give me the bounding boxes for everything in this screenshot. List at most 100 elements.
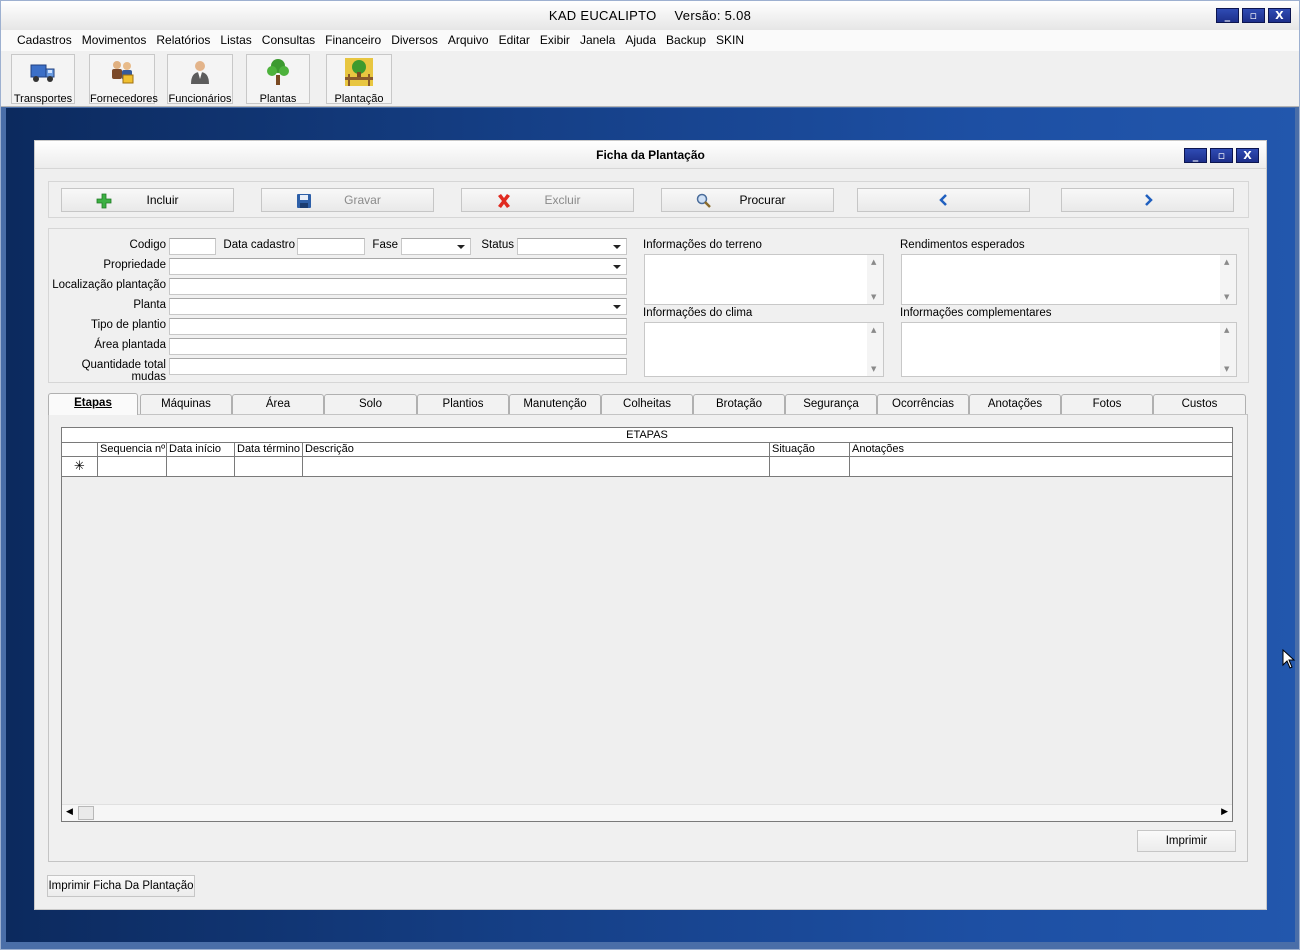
toolbar-plantacao-button[interactable]: Plantação <box>326 54 392 105</box>
fase-select[interactable] <box>401 238 471 255</box>
toolbar-funcionarios-button[interactable]: Funcionários <box>167 54 233 105</box>
new-row[interactable]: ✳ <box>62 457 1232 477</box>
codigo-field[interactable] <box>169 238 216 255</box>
maximize-button[interactable]: ▫ <box>1242 8 1265 23</box>
scroll-thumb[interactable] <box>78 806 94 820</box>
cell-data-termino[interactable] <box>234 457 302 476</box>
imprimir-ficha-button[interactable]: Imprimir Ficha Da Plantação <box>47 875 195 897</box>
menu-exibir[interactable]: Exibir <box>535 30 575 51</box>
menu-janela[interactable]: Janela <box>575 30 620 51</box>
tab-colheitas[interactable]: Colheitas <box>601 394 693 414</box>
info-terreno-textarea[interactable]: ▲ ▼ <box>644 254 884 305</box>
cell-data-inicio[interactable] <box>166 457 234 476</box>
scroll-up-icon[interactable]: ▲ <box>1224 258 1229 266</box>
incluir-button[interactable]: Incluir <box>61 188 234 212</box>
imprimir-button[interactable]: Imprimir <box>1137 830 1236 852</box>
planta-select[interactable] <box>169 298 627 315</box>
toolbar-label: Plantas <box>259 93 297 105</box>
info-terreno-label: Informações do terreno <box>643 239 762 251</box>
tab-etapas[interactable]: Etapas <box>48 393 138 415</box>
etapas-grid[interactable]: ETAPAS Sequencia nº Data início Data tér… <box>61 427 1233 822</box>
col-data-inicio[interactable]: Data início <box>166 443 234 456</box>
toolbar-fornecedores-button[interactable]: Fornecedores <box>89 54 158 105</box>
menu-editar[interactable]: Editar <box>494 30 535 51</box>
info-clima-label: Informações do clima <box>643 307 753 319</box>
scroll-left-icon[interactable]: ◀ <box>66 807 73 817</box>
tab-ocorrencias[interactable]: Ocorrências <box>877 394 969 414</box>
previous-record-button[interactable] <box>857 188 1030 212</box>
form-maximize-button[interactable]: ▫ <box>1210 148 1233 163</box>
cell-situacao[interactable] <box>769 457 849 476</box>
tab-solo[interactable]: Solo <box>324 394 417 414</box>
scroll-down-icon[interactable]: ▼ <box>1224 293 1229 301</box>
minimize-button[interactable]: _ <box>1216 8 1239 23</box>
vertical-scrollbar[interactable]: ▲ ▼ <box>867 255 883 304</box>
toolbar-plantas-button[interactable]: Plantas <box>246 54 310 105</box>
cell-descricao[interactable] <box>302 457 769 476</box>
menu-cadastros[interactable]: Cadastros <box>12 30 77 51</box>
horizontal-scrollbar[interactable]: ◀ ▶ <box>62 804 1232 821</box>
tab-seguranca[interactable]: Segurança <box>785 394 877 414</box>
tab-manutencao[interactable]: Manutenção <box>509 394 601 414</box>
menu-movimentos[interactable]: Movimentos <box>77 30 152 51</box>
scroll-down-icon[interactable]: ▼ <box>1224 365 1229 373</box>
tab-plantios[interactable]: Plantios <box>417 394 509 414</box>
menu-arquivo[interactable]: Arquivo <box>443 30 494 51</box>
tab-maquinas[interactable]: Máquinas <box>140 394 232 414</box>
menu-diversos[interactable]: Diversos <box>386 30 443 51</box>
tipo-plantio-field[interactable] <box>169 318 627 335</box>
menu-consultas[interactable]: Consultas <box>257 30 320 51</box>
truck-icon <box>30 64 55 82</box>
propriedade-select[interactable] <box>169 258 627 275</box>
localizacao-field[interactable] <box>169 278 627 295</box>
col-sequencia[interactable]: Sequencia nº <box>97 443 166 456</box>
rendimentos-textarea[interactable]: ▲ ▼ <box>901 254 1237 305</box>
form-close-button[interactable]: X <box>1236 148 1259 163</box>
tab-brotacao[interactable]: Brotação <box>693 394 785 414</box>
menu-skin[interactable]: SKIN <box>711 30 749 51</box>
new-row-asterisk-icon: ✳ <box>74 459 85 474</box>
close-button[interactable]: X <box>1268 8 1291 23</box>
planta-label: Planta <box>133 299 166 311</box>
vertical-scrollbar[interactable]: ▲ ▼ <box>867 323 883 376</box>
scroll-down-icon[interactable]: ▼ <box>871 293 876 301</box>
status-select[interactable] <box>517 238 627 255</box>
cell-anotacoes[interactable] <box>849 457 1232 476</box>
excluir-button[interactable]: Excluir <box>461 188 634 212</box>
col-anotacoes[interactable]: Anotações <box>849 443 1232 456</box>
cell-sequencia[interactable] <box>97 457 166 476</box>
next-record-button[interactable] <box>1061 188 1234 212</box>
col-descricao[interactable]: Descrição <box>302 443 769 456</box>
tab-custos[interactable]: Custos <box>1153 394 1246 414</box>
tab-fotos[interactable]: Fotos <box>1061 394 1153 414</box>
vertical-scrollbar[interactable]: ▲ ▼ <box>1220 323 1236 376</box>
menu-listas[interactable]: Listas <box>215 30 256 51</box>
area-plantada-field[interactable] <box>169 338 627 355</box>
scroll-up-icon[interactable]: ▲ <box>871 326 876 334</box>
scroll-right-icon[interactable]: ▶ <box>1221 807 1228 817</box>
data-cadastro-field[interactable] <box>297 238 365 255</box>
tab-area[interactable]: Área <box>232 394 324 414</box>
col-situacao[interactable]: Situação <box>769 443 849 456</box>
grid-header: Sequencia nº Data início Data término De… <box>62 443 1232 457</box>
scroll-up-icon[interactable]: ▲ <box>1224 326 1229 334</box>
propriedade-label: Propriedade <box>103 259 166 271</box>
tab-anotacoes[interactable]: Anotações <box>969 394 1061 414</box>
col-data-termino[interactable]: Data término <box>234 443 302 456</box>
form-minimize-button[interactable]: _ <box>1184 148 1207 163</box>
info-clima-textarea[interactable]: ▲ ▼ <box>644 322 884 377</box>
menu-backup[interactable]: Backup <box>661 30 711 51</box>
gravar-button[interactable]: Gravar <box>261 188 434 212</box>
quantidade-mudas-field[interactable] <box>169 358 627 375</box>
menu-financeiro[interactable]: Financeiro <box>320 30 386 51</box>
menu-ajuda[interactable]: Ajuda <box>620 30 661 51</box>
vertical-scrollbar[interactable]: ▲ ▼ <box>1220 255 1236 304</box>
toolbar-transportes-button[interactable]: Transportes <box>11 54 75 105</box>
app-title: KAD EUCALIPTO <box>548 8 657 23</box>
tab-content-etapas: ETAPAS Sequencia nº Data início Data tér… <box>48 414 1248 862</box>
scroll-down-icon[interactable]: ▼ <box>871 365 876 373</box>
procurar-button[interactable]: Procurar <box>661 188 834 212</box>
scroll-up-icon[interactable]: ▲ <box>871 258 876 266</box>
info-complementares-textarea[interactable]: ▲ ▼ <box>901 322 1237 377</box>
menu-relatorios[interactable]: Relatórios <box>151 30 215 51</box>
